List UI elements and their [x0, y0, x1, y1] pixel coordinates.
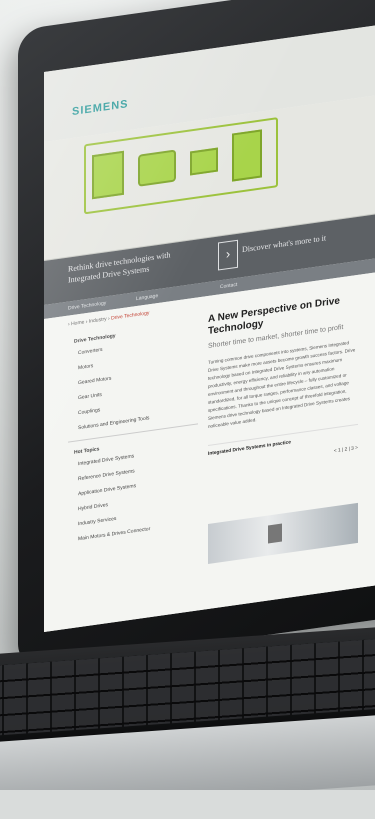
article: A New Perspective on Drive Technology Sh… [208, 293, 358, 472]
motor-icon [138, 149, 176, 187]
table-surface [0, 790, 375, 819]
coupling-icon [190, 147, 218, 176]
breadcrumb-industry[interactable]: Industry [89, 316, 107, 325]
article-body: Turning common drive components into sys… [208, 340, 356, 429]
converter-icon [92, 150, 124, 200]
gear-unit-icon [232, 129, 262, 182]
play-icon[interactable] [268, 523, 282, 544]
breadcrumb-home[interactable]: Home [71, 319, 84, 327]
video-thumbnail[interactable] [208, 502, 358, 564]
laptop-screen: SIEMENS Rethink drive technologies with … [44, 22, 375, 632]
breadcrumb-current[interactable]: Drive Technology [111, 310, 149, 321]
siemens-logo[interactable]: SIEMENS [72, 98, 129, 118]
side-navigation: Drive Technology Converters Motors Geare… [68, 317, 198, 552]
banner-cta[interactable]: Discover what's more to it [242, 233, 326, 254]
main-content: › Home › Industry › Drive Technology Dri… [44, 269, 375, 632]
chevron-right-icon[interactable]: › [218, 239, 238, 271]
drive-system-diagram [84, 117, 278, 215]
